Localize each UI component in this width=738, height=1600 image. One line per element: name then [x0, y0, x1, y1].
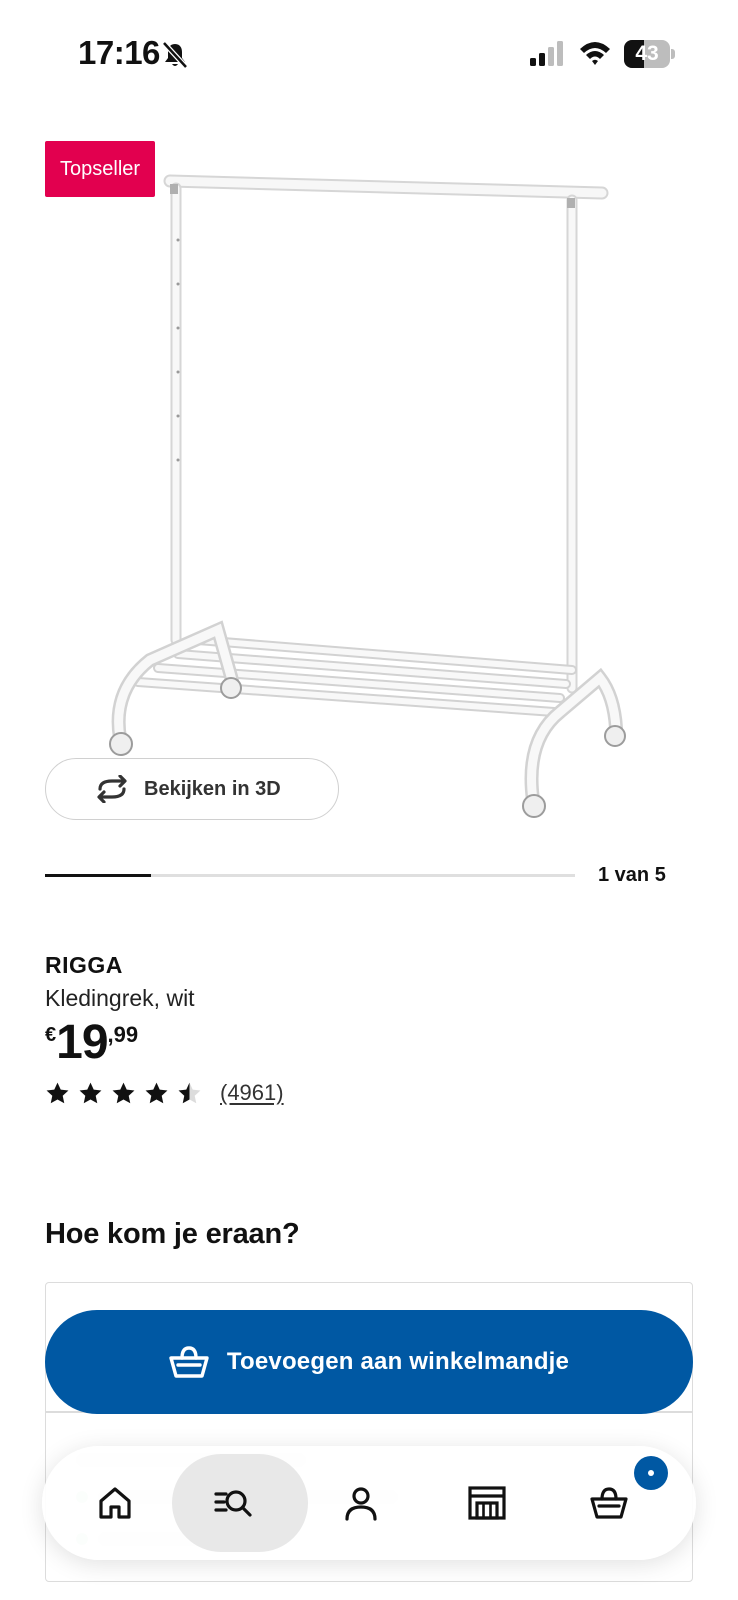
nav-store[interactable]	[424, 1446, 550, 1560]
product-image[interactable]	[0, 120, 738, 840]
topseller-badge: Topseller	[45, 141, 156, 197]
price-decimal: ,99	[107, 1022, 139, 1047]
product-price: € 19 ,99	[45, 1016, 138, 1070]
carousel-count: 1 van 5	[598, 864, 666, 886]
price-whole: 19	[56, 1016, 108, 1069]
product-rating[interactable]: (4961)	[45, 1080, 284, 1106]
search-list-icon	[214, 1490, 252, 1517]
star-half-icon	[178, 1082, 201, 1103]
basket-icon	[590, 1487, 628, 1519]
carousel-progress	[45, 874, 575, 877]
price-currency: €	[45, 1024, 57, 1046]
add-to-cart-button[interactable]: Toevoegen aan winkelmandje	[45, 1310, 693, 1414]
battery-percent: 43	[635, 42, 659, 65]
battery-icon: 43	[624, 40, 675, 68]
rotate-icon	[97, 775, 127, 803]
nav-home[interactable]	[52, 1446, 178, 1560]
cart-badge[interactable]	[634, 1456, 668, 1490]
product-description: Kledingrek, wit	[45, 985, 195, 1011]
view-3d-label: Bekijken in 3D	[144, 777, 281, 800]
status-time: 17:16	[78, 34, 160, 71]
product-name: RIGGA	[45, 952, 123, 978]
review-count-link[interactable]: (4961)	[220, 1080, 284, 1106]
bell-slash-icon	[162, 41, 188, 69]
star-icon	[145, 1082, 168, 1103]
availability-heading: Hoe kom je eraan?	[45, 1218, 300, 1250]
status-bar: 17:16 43	[0, 0, 738, 100]
star-icon	[46, 1082, 69, 1103]
nav-account[interactable]	[298, 1446, 424, 1560]
home-icon	[99, 1487, 131, 1519]
cart-badge-dot	[648, 1470, 654, 1476]
store-icon	[468, 1486, 506, 1520]
person-icon	[345, 1487, 377, 1521]
nav-search[interactable]	[170, 1446, 308, 1560]
star-icon	[112, 1082, 135, 1103]
wifi-icon	[580, 42, 610, 65]
view-3d-button[interactable]: Bekijken in 3D	[45, 758, 339, 820]
add-to-cart-label: Toevoegen aan winkelmandje	[226, 1348, 570, 1375]
bottom-nav	[42, 1446, 696, 1560]
carousel-progress-fill	[45, 874, 151, 877]
star-icon	[79, 1082, 102, 1103]
cellular-signal-icon	[530, 41, 563, 66]
basket-icon	[169, 1346, 209, 1378]
